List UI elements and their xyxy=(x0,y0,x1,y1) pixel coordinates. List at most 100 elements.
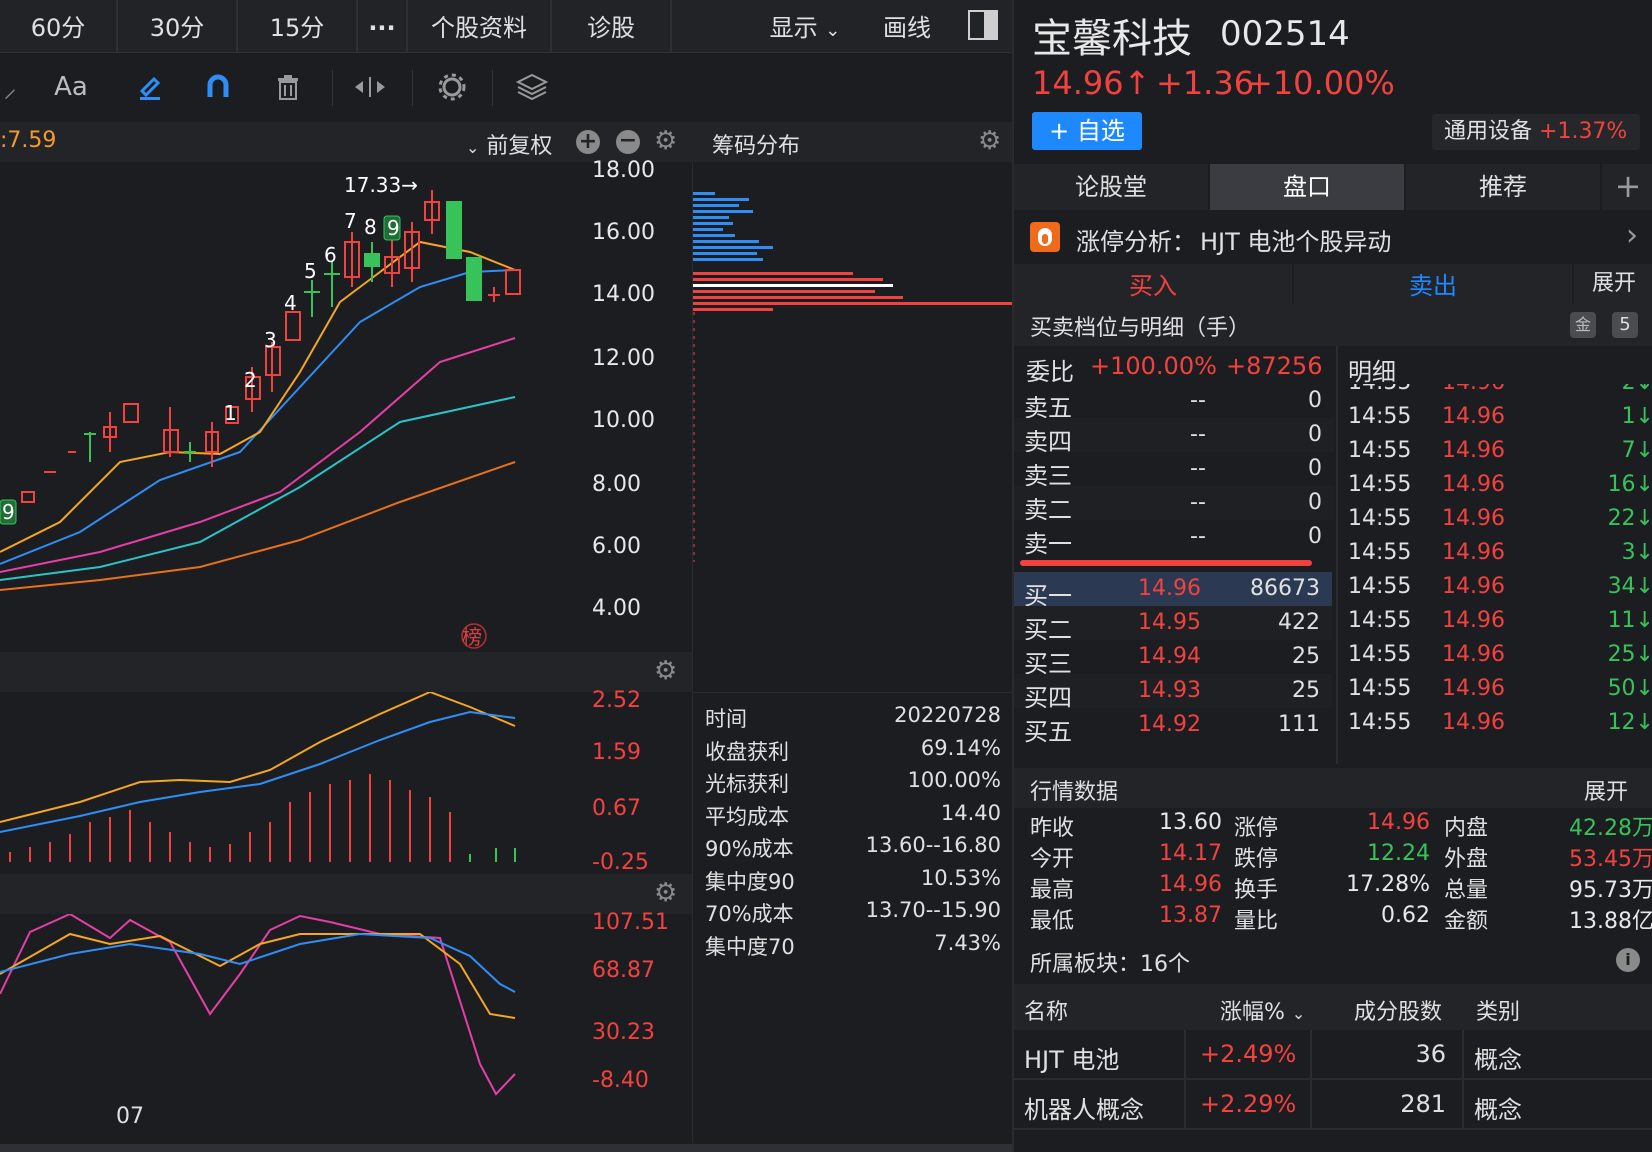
sector-pct: +1.37% xyxy=(1539,119,1628,144)
market-value: 14.17 xyxy=(1159,841,1222,866)
display-dropdown[interactable]: 显示 ⌄ xyxy=(760,0,850,52)
limit-analysis-bar[interactable]: 涨停分析： HJT 电池个股异动 › xyxy=(1014,212,1652,262)
pen-edge-icon[interactable]: ⸝ xyxy=(0,54,20,120)
expand-trade-button[interactable]: 展开 xyxy=(1574,264,1652,304)
col-change[interactable]: 涨幅% ⌄ xyxy=(1220,994,1305,1026)
expand-market-button[interactable]: 展开 xyxy=(1584,774,1628,806)
tick-price: 14.96 xyxy=(1442,642,1505,667)
tick-list[interactable]: 14:5514.962↓14:5514.961↓14:5514.967↓14:5… xyxy=(1336,384,1652,764)
info-icon[interactable]: i xyxy=(1616,948,1640,972)
ma-value-label: :7.59 xyxy=(0,128,57,153)
gear-icon[interactable]: ⚙ xyxy=(978,126,1001,156)
sector-row[interactable]: 机器人概念 +2.29% 281 概念 xyxy=(1014,1080,1652,1130)
tab-diagnose[interactable]: 诊股 xyxy=(552,0,672,52)
depth-level-button[interactable]: 5 xyxy=(1612,312,1638,338)
count-label: 6 xyxy=(324,243,337,267)
tick-volume: 50↓ xyxy=(1607,676,1652,701)
order-row-buy[interactable]: 买一 14.96 86673 xyxy=(1014,572,1332,610)
tab-60min[interactable]: 60分 xyxy=(0,0,118,52)
chip-stat-value: 7.43% xyxy=(934,930,1001,955)
sector-change: +2.49% xyxy=(1200,1040,1297,1068)
zoom-in-icon[interactable]: + xyxy=(576,130,600,154)
tick-time: 14:55 xyxy=(1348,642,1412,667)
sector-badge[interactable]: 通用设备 +1.37% xyxy=(1432,114,1640,150)
count-label-boxed: 9 xyxy=(2,500,15,524)
macd-chart[interactable] xyxy=(0,690,588,874)
chip-stat-label: 平均成本 xyxy=(705,804,789,829)
sector-change: +2.29% xyxy=(1200,1090,1297,1118)
order-row-sell[interactable]: 卖二 -- 0 xyxy=(1014,486,1334,524)
order-row-sell[interactable]: 卖四 -- 0 xyxy=(1014,418,1334,456)
horizontal-scrollbar[interactable] xyxy=(0,1144,1012,1152)
kdj-svg xyxy=(0,912,516,1096)
sector-row[interactable]: HJT 电池 +2.49% 36 概念 xyxy=(1014,1030,1652,1080)
order-volume: 0 xyxy=(1308,456,1322,481)
order-volume: 0 xyxy=(1308,388,1322,413)
market-value: 13.87 xyxy=(1159,903,1222,928)
order-book: 卖五 -- 0 卖四 -- 0 卖三 -- 0 卖二 -- 0 卖一 -- 0 买一 14.96 86673 买二 1… xyxy=(1014,384,1334,764)
tick-time: 14:55 xyxy=(1348,540,1412,565)
buy-button[interactable]: 买入 xyxy=(1014,264,1294,304)
count-label: 4 xyxy=(284,291,297,315)
count-label: 8 xyxy=(364,215,377,239)
chip-stats: 时间 20220728 收盘获利 69.14% 光标获利 100.00% 平均成本 14.40… xyxy=(692,692,1013,1143)
tab-forum[interactable]: 论股堂 xyxy=(1014,164,1210,210)
kdj-axis-tick: 68.87 xyxy=(592,958,655,983)
layers-icon[interactable] xyxy=(510,54,554,120)
add-watchlist-button[interactable]: + 自选 xyxy=(1032,112,1142,150)
tab-stock-profile[interactable]: 个股资料 xyxy=(408,0,552,52)
chip-title: 筹码分布 xyxy=(712,134,801,159)
layout-toggle-icon[interactable] xyxy=(968,10,998,40)
order-row-buy[interactable]: 买三 14.94 25 xyxy=(1014,640,1332,678)
market-value: 13.60 xyxy=(1159,810,1222,835)
market-value: 13.88亿 xyxy=(1569,909,1652,934)
gear-icon[interactable]: ⚙ xyxy=(654,656,677,686)
tick-row: 14:55 14.96 2↓ xyxy=(1338,384,1652,400)
tick-time: 14:55 xyxy=(1348,404,1412,429)
col-type[interactable]: 类别 xyxy=(1476,994,1520,1026)
order-row-buy[interactable]: 买四 14.93 25 xyxy=(1014,674,1332,712)
order-volume: 0 xyxy=(1308,524,1322,549)
candles xyxy=(0,190,521,522)
font-tool[interactable]: Aa xyxy=(44,54,98,120)
col-change-label: 涨幅% xyxy=(1220,1000,1285,1025)
macd-svg xyxy=(0,690,516,862)
magnet-icon[interactable] xyxy=(198,54,238,120)
order-row-sell[interactable]: 卖五 -- 0 xyxy=(1014,384,1334,422)
ma-line-blue xyxy=(0,269,516,565)
level2-icon[interactable]: 金 xyxy=(1570,312,1596,338)
sell-button[interactable]: 卖出 xyxy=(1294,264,1574,304)
draw-line-button[interactable]: 画线 xyxy=(872,0,942,52)
ratio-row: 委比 +100.00% +87256 xyxy=(1014,346,1334,388)
order-price: 14.92 xyxy=(1138,712,1201,737)
gear-icon[interactable] xyxy=(432,54,472,120)
add-tab-button[interactable]: + xyxy=(1602,164,1652,210)
gear-icon[interactable]: ⚙ xyxy=(654,126,677,156)
order-row-buy[interactable]: 买五 14.92 111 xyxy=(1014,708,1332,746)
display-label: 显示 xyxy=(769,14,818,42)
highlighter-icon[interactable] xyxy=(130,54,170,120)
order-row-sell[interactable]: 卖三 -- 0 xyxy=(1014,452,1334,490)
tab-order-book[interactable]: 盘口 xyxy=(1210,164,1406,210)
move-horizontal-icon[interactable] xyxy=(350,54,390,120)
tab-recommend[interactable]: 推荐 xyxy=(1406,164,1602,210)
tab-15min[interactable]: 15分 xyxy=(238,0,358,52)
gear-icon[interactable]: ⚙ xyxy=(654,878,677,908)
tab-more[interactable]: ··· xyxy=(358,0,408,52)
tick-row: 14:55 14.96 50↓ xyxy=(1338,672,1652,706)
order-row-sell[interactable]: 卖一 -- 0 xyxy=(1014,520,1334,558)
zoom-out-icon[interactable]: − xyxy=(616,130,640,154)
price-axis-tick: 12.00 xyxy=(592,346,655,371)
trash-icon[interactable] xyxy=(268,54,308,120)
order-row-buy[interactable]: 买二 14.95 422 xyxy=(1014,606,1332,644)
tick-price: 14.96 xyxy=(1442,540,1505,565)
column-divider xyxy=(1462,1080,1464,1128)
macd-dea-line xyxy=(0,710,516,833)
tab-30min[interactable]: 30分 xyxy=(118,0,238,52)
col-count[interactable]: 成分股数 xyxy=(1354,994,1442,1026)
adjust-dropdown[interactable]: ⌄ 前复权 xyxy=(466,128,552,160)
kdj-chart[interactable] xyxy=(0,912,588,1096)
col-name[interactable]: 名称 xyxy=(1024,994,1068,1026)
limit-analysis-label: 涨停分析： xyxy=(1076,228,1196,256)
kline-chart[interactable]: 1 2 3 4 5 6 7 8 9 9 17.33→ 榜 xyxy=(0,162,588,652)
